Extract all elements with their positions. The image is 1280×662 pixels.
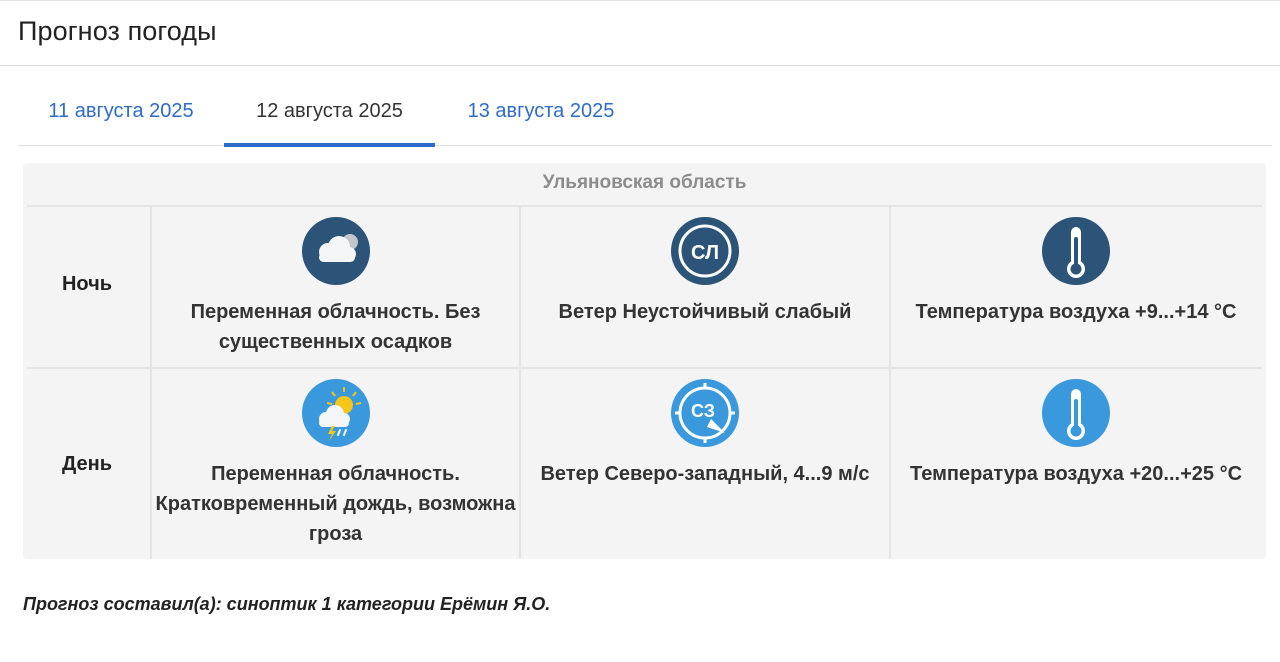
row-label-day: День (62, 453, 112, 475)
sun-cloud-rain-storm-icon (301, 379, 370, 447)
day-temp-cell: Температура воздуха +20...+25 °C (891, 379, 1261, 489)
day-temp-text: Температура воздуха +20...+25 °C (909, 463, 1243, 485)
night-wind-cell: СЛ Ветер Неустойчивый слабый (521, 217, 889, 327)
night-sky-text: Переменная облачность. Без существенных … (190, 301, 481, 353)
top-border (0, 0, 1280, 1)
title-divider (0, 65, 1280, 66)
wind-code-night: СЛ (691, 242, 719, 264)
forecast-table: Ульяновская область Ночь Переменная обла… (23, 163, 1266, 559)
cloudy-night-icon (301, 217, 370, 285)
tab-12-august[interactable]: 12 августа 2025 (224, 86, 435, 147)
thermometer-icon (1042, 379, 1110, 447)
forecaster-credit: Прогноз составил(а): синоптик 1 категори… (23, 594, 551, 614)
day-wind-text: Ветер Северо-западный, 4...9 м/с (540, 463, 870, 485)
date-tabs: 11 августа 2025 12 августа 2025 13 авгус… (18, 86, 1272, 147)
thermometer-icon (1042, 217, 1110, 285)
tab-13-august[interactable]: 13 августа 2025 (435, 86, 647, 146)
wind-direction-icon: СЗ (671, 379, 739, 447)
day-sky-text: Переменная облачность. Кратковременный д… (155, 463, 516, 545)
row-label-night: Ночь (61, 273, 113, 295)
region-divider (27, 205, 1262, 207)
night-wind-text: Ветер Неустойчивый слабый (558, 301, 852, 323)
day-wind-cell: СЗ Ветер Северо-западный, 4...9 м/с (521, 379, 889, 489)
tab-11-august[interactable]: 11 августа 2025 (18, 86, 224, 146)
wind-code-day: СЗ (691, 401, 715, 421)
night-temp-cell: Температура воздуха +9...+14 °C (891, 217, 1261, 327)
day-sky-cell: Переменная облачность. Кратковременный д… (152, 379, 519, 549)
region-title: Ульяновская область (542, 172, 747, 193)
page-title: Прогноз погоды (18, 16, 217, 46)
night-temp-text: Температура воздуха +9...+14 °C (915, 301, 1237, 323)
night-sky-cell: Переменная облачность. Без существенных … (152, 217, 519, 357)
row-divider (27, 367, 1262, 369)
wind-direction-icon: СЛ (671, 217, 739, 285)
